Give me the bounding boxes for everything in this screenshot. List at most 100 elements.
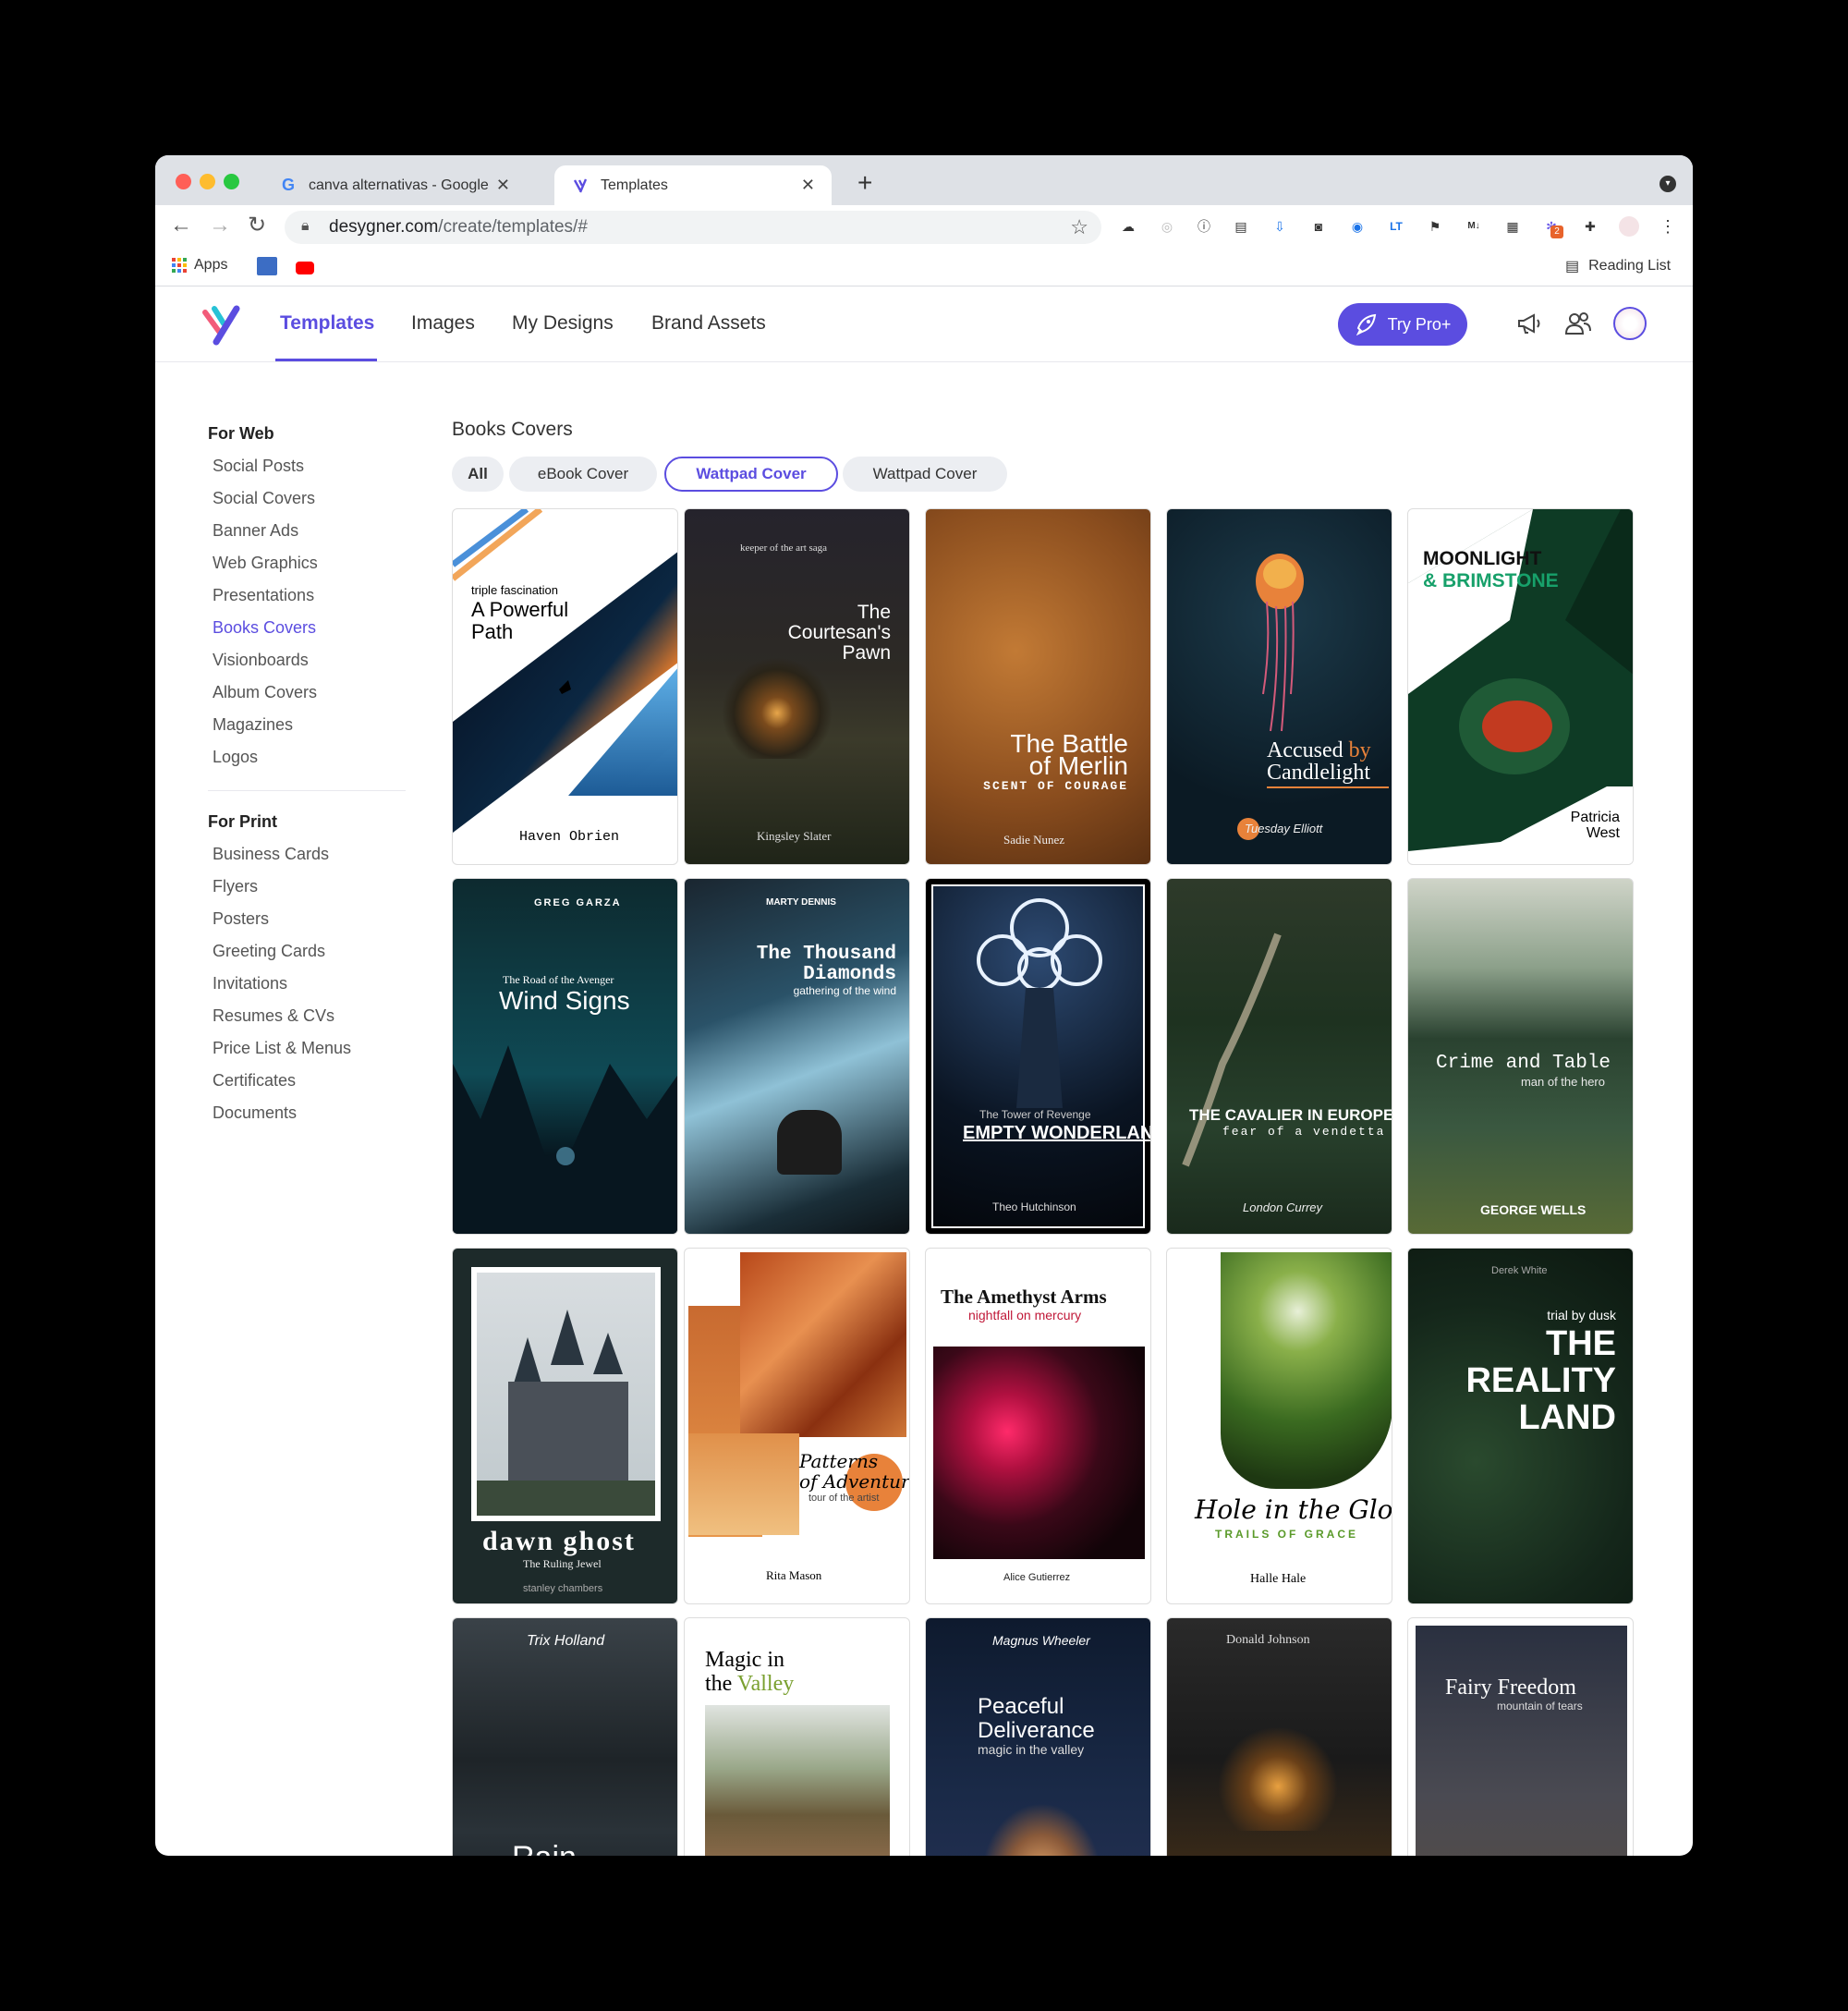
close-window-button[interactable] <box>176 174 191 189</box>
sidebar-item-social-posts[interactable]: Social Posts <box>213 457 304 476</box>
puzzle-extensions-icon[interactable]: ✚ <box>1580 216 1600 237</box>
template-card[interactable]: Donald Johnson <box>1166 1617 1392 1856</box>
tab-templates[interactable]: Templates ✕ <box>554 165 832 205</box>
template-card[interactable]: Fairy Freedom mountain of tears <box>1407 1617 1634 1856</box>
sidebar-item-books-covers[interactable]: Books Covers <box>213 618 316 638</box>
menu-dots-icon[interactable]: ⋮ <box>1658 216 1678 237</box>
sidebar-item-logos[interactable]: Logos <box>213 748 258 767</box>
template-card[interactable]: Hole in the Gloom TRAILS OF GRACE Halle … <box>1166 1248 1392 1604</box>
template-card[interactable]: Crime and Table man of the hero GEORGE W… <box>1407 878 1634 1235</box>
template-card[interactable]: MARTY DENNIS The Thousand Diamonds gathe… <box>684 878 910 1235</box>
filter-wattpad-cover-selected[interactable]: Wattpad Cover <box>664 457 838 492</box>
team-icon[interactable] <box>1563 309 1593 338</box>
maximize-window-button[interactable] <box>224 174 239 189</box>
cover-subtitle: The Road of the Avenger <box>503 973 614 986</box>
template-card[interactable]: triple fascination A Powerful Path Haven… <box>452 508 678 865</box>
cloud-extension-icon[interactable]: ☁ <box>1118 216 1138 237</box>
sidebar-item-presentations[interactable]: Presentations <box>213 586 314 605</box>
template-card[interactable]: THE CAVALIER IN EUROPE fear of a vendett… <box>1166 878 1392 1235</box>
nav-images[interactable]: Images <box>411 312 475 335</box>
template-card[interactable]: Trix Holland Rain <box>452 1617 678 1856</box>
bookmark-site-icon[interactable] <box>257 257 277 275</box>
address-bar[interactable]: 🔒︎ desygner.com/create/templates/# ☆ <box>285 211 1101 244</box>
forward-icon[interactable]: → <box>209 214 231 237</box>
cover-title: Candlelight <box>1267 761 1370 785</box>
google-g-icon: G <box>281 176 295 194</box>
sidebar-item-greeting-cards[interactable]: Greeting Cards <box>213 942 325 961</box>
cover-author: Alice Gutierrez <box>1003 1572 1071 1583</box>
cover-author: Patricia <box>1570 810 1620 825</box>
nav-templates[interactable]: Templates <box>280 312 374 335</box>
tab-google-search[interactable]: G canva alternativas - Google Se ✕ <box>262 165 527 205</box>
lt-extension-icon[interactable]: LT <box>1386 216 1406 237</box>
camera-extension-icon[interactable]: ◙ <box>1308 216 1329 237</box>
try-pro-button[interactable]: Try Pro+ <box>1338 303 1467 346</box>
cover-author: GEORGE WELLS <box>1480 1202 1587 1217</box>
template-card[interactable]: Magic in the Valley <box>684 1617 910 1856</box>
qr-extension-icon[interactable]: ▦ <box>1502 216 1523 237</box>
pulse-extension-icon[interactable]: ◉ <box>1347 216 1368 237</box>
reading-list-button[interactable]: ▤ Reading List <box>1565 257 1671 275</box>
template-card[interactable]: keeper of the art saga The Courtesan's P… <box>684 508 910 865</box>
template-card[interactable]: GREG GARZA The Road of the Avenger Wind … <box>452 878 678 1235</box>
template-card[interactable]: Patterns of Adventure tour of the artist… <box>684 1248 910 1604</box>
template-card[interactable]: The Amethyst Arms nightfall on mercury A… <box>925 1248 1151 1604</box>
close-tab-icon[interactable]: ✕ <box>496 176 510 195</box>
filter-all[interactable]: All <box>452 457 504 492</box>
sidebar-item-visionboards[interactable]: Visionboards <box>213 651 309 670</box>
profile-avatar-icon[interactable] <box>1619 216 1639 237</box>
megaphone-icon[interactable] <box>1515 309 1545 338</box>
bookmark-apps[interactable]: Apps <box>172 257 227 274</box>
tab-search-icon[interactable]: ▾ <box>1660 176 1676 192</box>
document-extension-icon[interactable]: ▤ <box>1231 216 1251 237</box>
sidebar-item-posters[interactable]: Posters <box>213 909 269 929</box>
cover-title: Diamonds <box>803 964 896 985</box>
template-card[interactable]: The Battle of Merlin SCENT OF COURAGE Sa… <box>925 508 1151 865</box>
info-extension-icon[interactable]: ⓘ <box>1194 216 1214 237</box>
bookmark-star-icon[interactable]: ☆ <box>1070 215 1088 239</box>
user-avatar[interactable] <box>1613 307 1647 340</box>
template-card[interactable]: MOONLIGHT & BRIMSTONE Patricia West <box>1407 508 1634 865</box>
sidebar-item-invitations[interactable]: Invitations <box>213 974 287 993</box>
sidebar-item-album-covers[interactable]: Album Covers <box>213 683 317 702</box>
tab-strip: G canva alternativas - Google Se ✕ Templ… <box>155 155 1693 205</box>
nav-brand-assets[interactable]: Brand Assets <box>651 312 766 335</box>
sidebar-item-certificates[interactable]: Certificates <box>213 1071 296 1091</box>
template-card[interactable]: The Tower of Revenge EMPTY WONDERLAND Th… <box>925 878 1151 1235</box>
template-card[interactable]: dawn ghost The Ruling Jewel stanley cham… <box>452 1248 678 1604</box>
markdown-extension-icon[interactable]: M↓ <box>1464 216 1484 237</box>
steering-extension-icon[interactable]: ◎ <box>1157 216 1177 237</box>
sidebar-item-price-list[interactable]: Price List & Menus <box>213 1039 351 1058</box>
template-card[interactable]: Magnus Wheeler Peaceful Deliverance magi… <box>925 1617 1151 1856</box>
sidebar-item-web-graphics[interactable]: Web Graphics <box>213 554 318 573</box>
gear-extension-icon[interactable]: ✻2 <box>1541 216 1563 238</box>
sidebar-item-resumes[interactable]: Resumes & CVs <box>213 1006 334 1026</box>
cover-author: Donald Johnson <box>1226 1633 1310 1647</box>
template-card[interactable]: Derek White trial by dusk THE REALITY LA… <box>1407 1248 1634 1604</box>
filter-wattpad-cover[interactable]: Wattpad Cover <box>843 457 1007 492</box>
nav-my-designs[interactable]: My Designs <box>512 312 614 335</box>
desygner-logo[interactable] <box>201 305 240 346</box>
cover-author: GREG GARZA <box>534 897 622 908</box>
download-extension-icon[interactable]: ⇩ <box>1270 216 1290 237</box>
sidebar-item-flyers[interactable]: Flyers <box>213 877 258 896</box>
close-tab-icon[interactable]: ✕ <box>801 176 815 195</box>
jellyfish-image <box>1256 554 1304 732</box>
sidebar-item-documents[interactable]: Documents <box>213 1103 297 1123</box>
back-icon[interactable]: ← <box>170 214 192 237</box>
filter-ebook-cover[interactable]: eBook Cover <box>509 457 657 492</box>
cover-frame <box>931 884 1145 1228</box>
template-card[interactable]: Accused by Candlelight Tuesday Elliott <box>1166 508 1392 865</box>
sidebar-item-magazines[interactable]: Magazines <box>213 715 293 735</box>
new-tab-button[interactable]: + <box>857 170 872 196</box>
youtube-icon[interactable] <box>296 262 314 274</box>
active-nav-indicator <box>275 359 377 361</box>
cover-title: The Thousand <box>756 944 896 965</box>
cover-author: MARTY DENNIS <box>766 897 836 908</box>
sidebar-item-business-cards[interactable]: Business Cards <box>213 845 329 864</box>
sidebar-item-banner-ads[interactable]: Banner Ads <box>213 521 298 541</box>
reload-icon[interactable]: ↻ <box>248 214 266 237</box>
minimize-window-button[interactable] <box>200 174 215 189</box>
flag-extension-icon[interactable]: ⚑ <box>1425 216 1445 237</box>
sidebar-item-social-covers[interactable]: Social Covers <box>213 489 315 508</box>
